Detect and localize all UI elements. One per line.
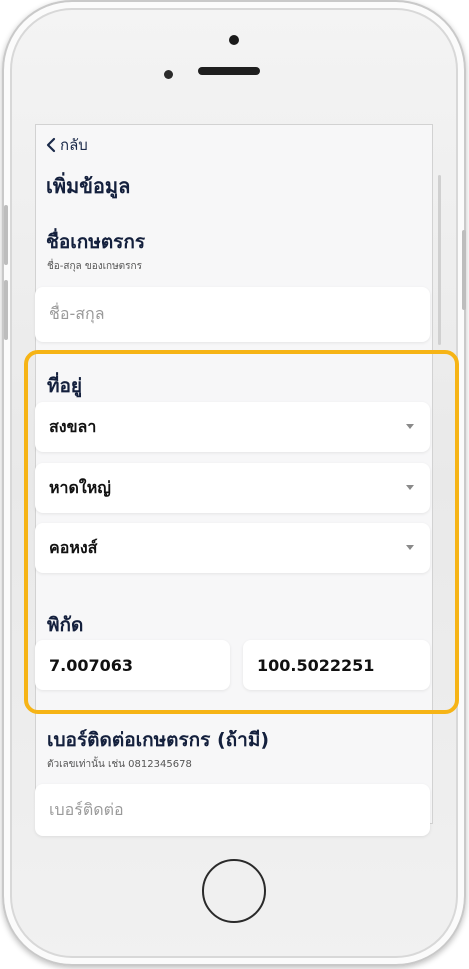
page-title: เพิ่มข้อมูล — [46, 174, 131, 198]
phone-placeholder: เบอร์ติดต่อ — [49, 799, 124, 819]
caret-down-icon — [406, 485, 414, 490]
earpiece-speaker — [198, 67, 260, 75]
front-camera — [229, 35, 239, 45]
back-button[interactable]: กลับ — [45, 133, 88, 157]
farmer-name-hint: ชื่อ-สกุล ของเกษตรกร — [47, 261, 142, 272]
farmer-name-placeholder: ชื่อ-สกุล — [49, 304, 105, 323]
longitude-value: 100.5022251 — [257, 655, 375, 675]
phone-hint: ตัวเลขเท่านั้น เช่น 0812345678 — [47, 759, 192, 770]
chevron-left-icon — [46, 137, 56, 153]
back-label: กลับ — [60, 136, 88, 154]
volume-down-button — [4, 280, 8, 340]
province-select[interactable]: สงขลา — [35, 402, 430, 452]
farmer-name-label: ชื่อเกษตรกร — [46, 231, 146, 253]
farmer-name-input[interactable]: ชื่อ-สกุล — [35, 287, 430, 342]
province-value: สงขลา — [49, 416, 97, 436]
power-button — [462, 230, 466, 310]
coordinates-label: พิกัด — [47, 614, 84, 636]
volume-up-button — [4, 205, 8, 265]
phone-label: เบอร์ติดต่อเกษตรกร (ถ้ามี) — [47, 729, 270, 751]
scrollbar[interactable] — [438, 175, 441, 345]
home-button[interactable] — [202, 859, 266, 923]
phone-input[interactable]: เบอร์ติดต่อ — [35, 784, 430, 836]
subdistrict-value: คอหงส์ — [49, 537, 98, 557]
district-select[interactable]: หาดใหญ่ — [35, 463, 430, 513]
district-value: หาดใหญ่ — [49, 477, 111, 497]
caret-down-icon — [406, 424, 414, 429]
latitude-input[interactable]: 7.007063 — [35, 640, 230, 690]
longitude-input[interactable]: 100.5022251 — [243, 640, 430, 690]
subdistrict-select[interactable]: คอหงส์ — [35, 523, 430, 573]
caret-down-icon — [406, 545, 414, 550]
latitude-value: 7.007063 — [49, 655, 134, 675]
address-label: ที่อยู่ — [47, 375, 83, 397]
proximity-sensor — [164, 70, 173, 79]
